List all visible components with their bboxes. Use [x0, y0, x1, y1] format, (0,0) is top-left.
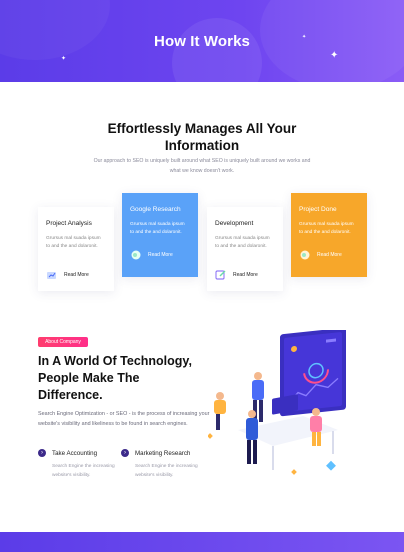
technology-illustration: [207, 327, 368, 480]
card-title: Project Done: [299, 206, 337, 213]
read-more-link[interactable]: Read More: [299, 250, 342, 260]
card-text: Grursus mal suada ipsum to and the and d…: [299, 222, 354, 235]
read-more-link[interactable]: Read More: [130, 250, 173, 260]
about-title: In A World Of Technology, People Make Th…: [38, 354, 192, 402]
section-description: Our approach to SEO is uniquely built ar…: [93, 158, 311, 174]
decor-circle: [0, 0, 110, 60]
sparkle-icon: ✦: [330, 50, 339, 61]
card-project-done[interactable]: Project Done Grursus mal suada ipsum to …: [291, 193, 367, 277]
about-badge: About Company: [38, 337, 88, 347]
analysis-icon: [46, 270, 58, 280]
feature-take-accounting: › Take Accounting Search Engine the incr…: [38, 449, 128, 480]
card-text: Grursus mal suada ipsum to and the and d…: [130, 222, 185, 235]
feature-marketing-research: › Marketing Research Search Engine the i…: [121, 449, 211, 480]
card-title: Project Analysis: [46, 220, 92, 227]
sparkle-icon: ✦: [61, 56, 67, 62]
page-title: How It Works: [154, 33, 250, 50]
chevron-right-icon: ›: [38, 449, 46, 457]
section-title: Effortlessly Manages All Your Informatio…: [107, 121, 297, 153]
read-more-link[interactable]: Read More: [215, 270, 258, 280]
done-icon: [299, 250, 311, 260]
chevron-right-icon: ›: [121, 449, 129, 457]
decor-circle: [172, 18, 262, 82]
read-more-link[interactable]: Read More: [46, 270, 89, 280]
footer-bar: [0, 532, 404, 552]
card-text: Grursus mal suada ipsum to and the and d…: [215, 236, 270, 249]
hero-banner: How It Works ✦ ✦ ✦: [0, 0, 404, 82]
research-icon: [130, 250, 142, 260]
card-title: Development: [215, 220, 254, 227]
card-project-analysis[interactable]: Project Analysis Grursus mal suada ipsum…: [38, 207, 114, 291]
edit-icon: [215, 270, 227, 280]
card-development[interactable]: Development Grursus mal suada ipsum to a…: [207, 207, 283, 291]
sparkle-icon: ✦: [302, 34, 307, 40]
card-text: Grursus mal suada ipsum to and the and d…: [46, 236, 101, 249]
about-description: Search Engine Optimization - or SEO - is…: [38, 411, 210, 427]
card-title: Google Research: [130, 206, 181, 213]
card-google-research[interactable]: Google Research Grursus mal suada ipsum …: [122, 193, 198, 277]
